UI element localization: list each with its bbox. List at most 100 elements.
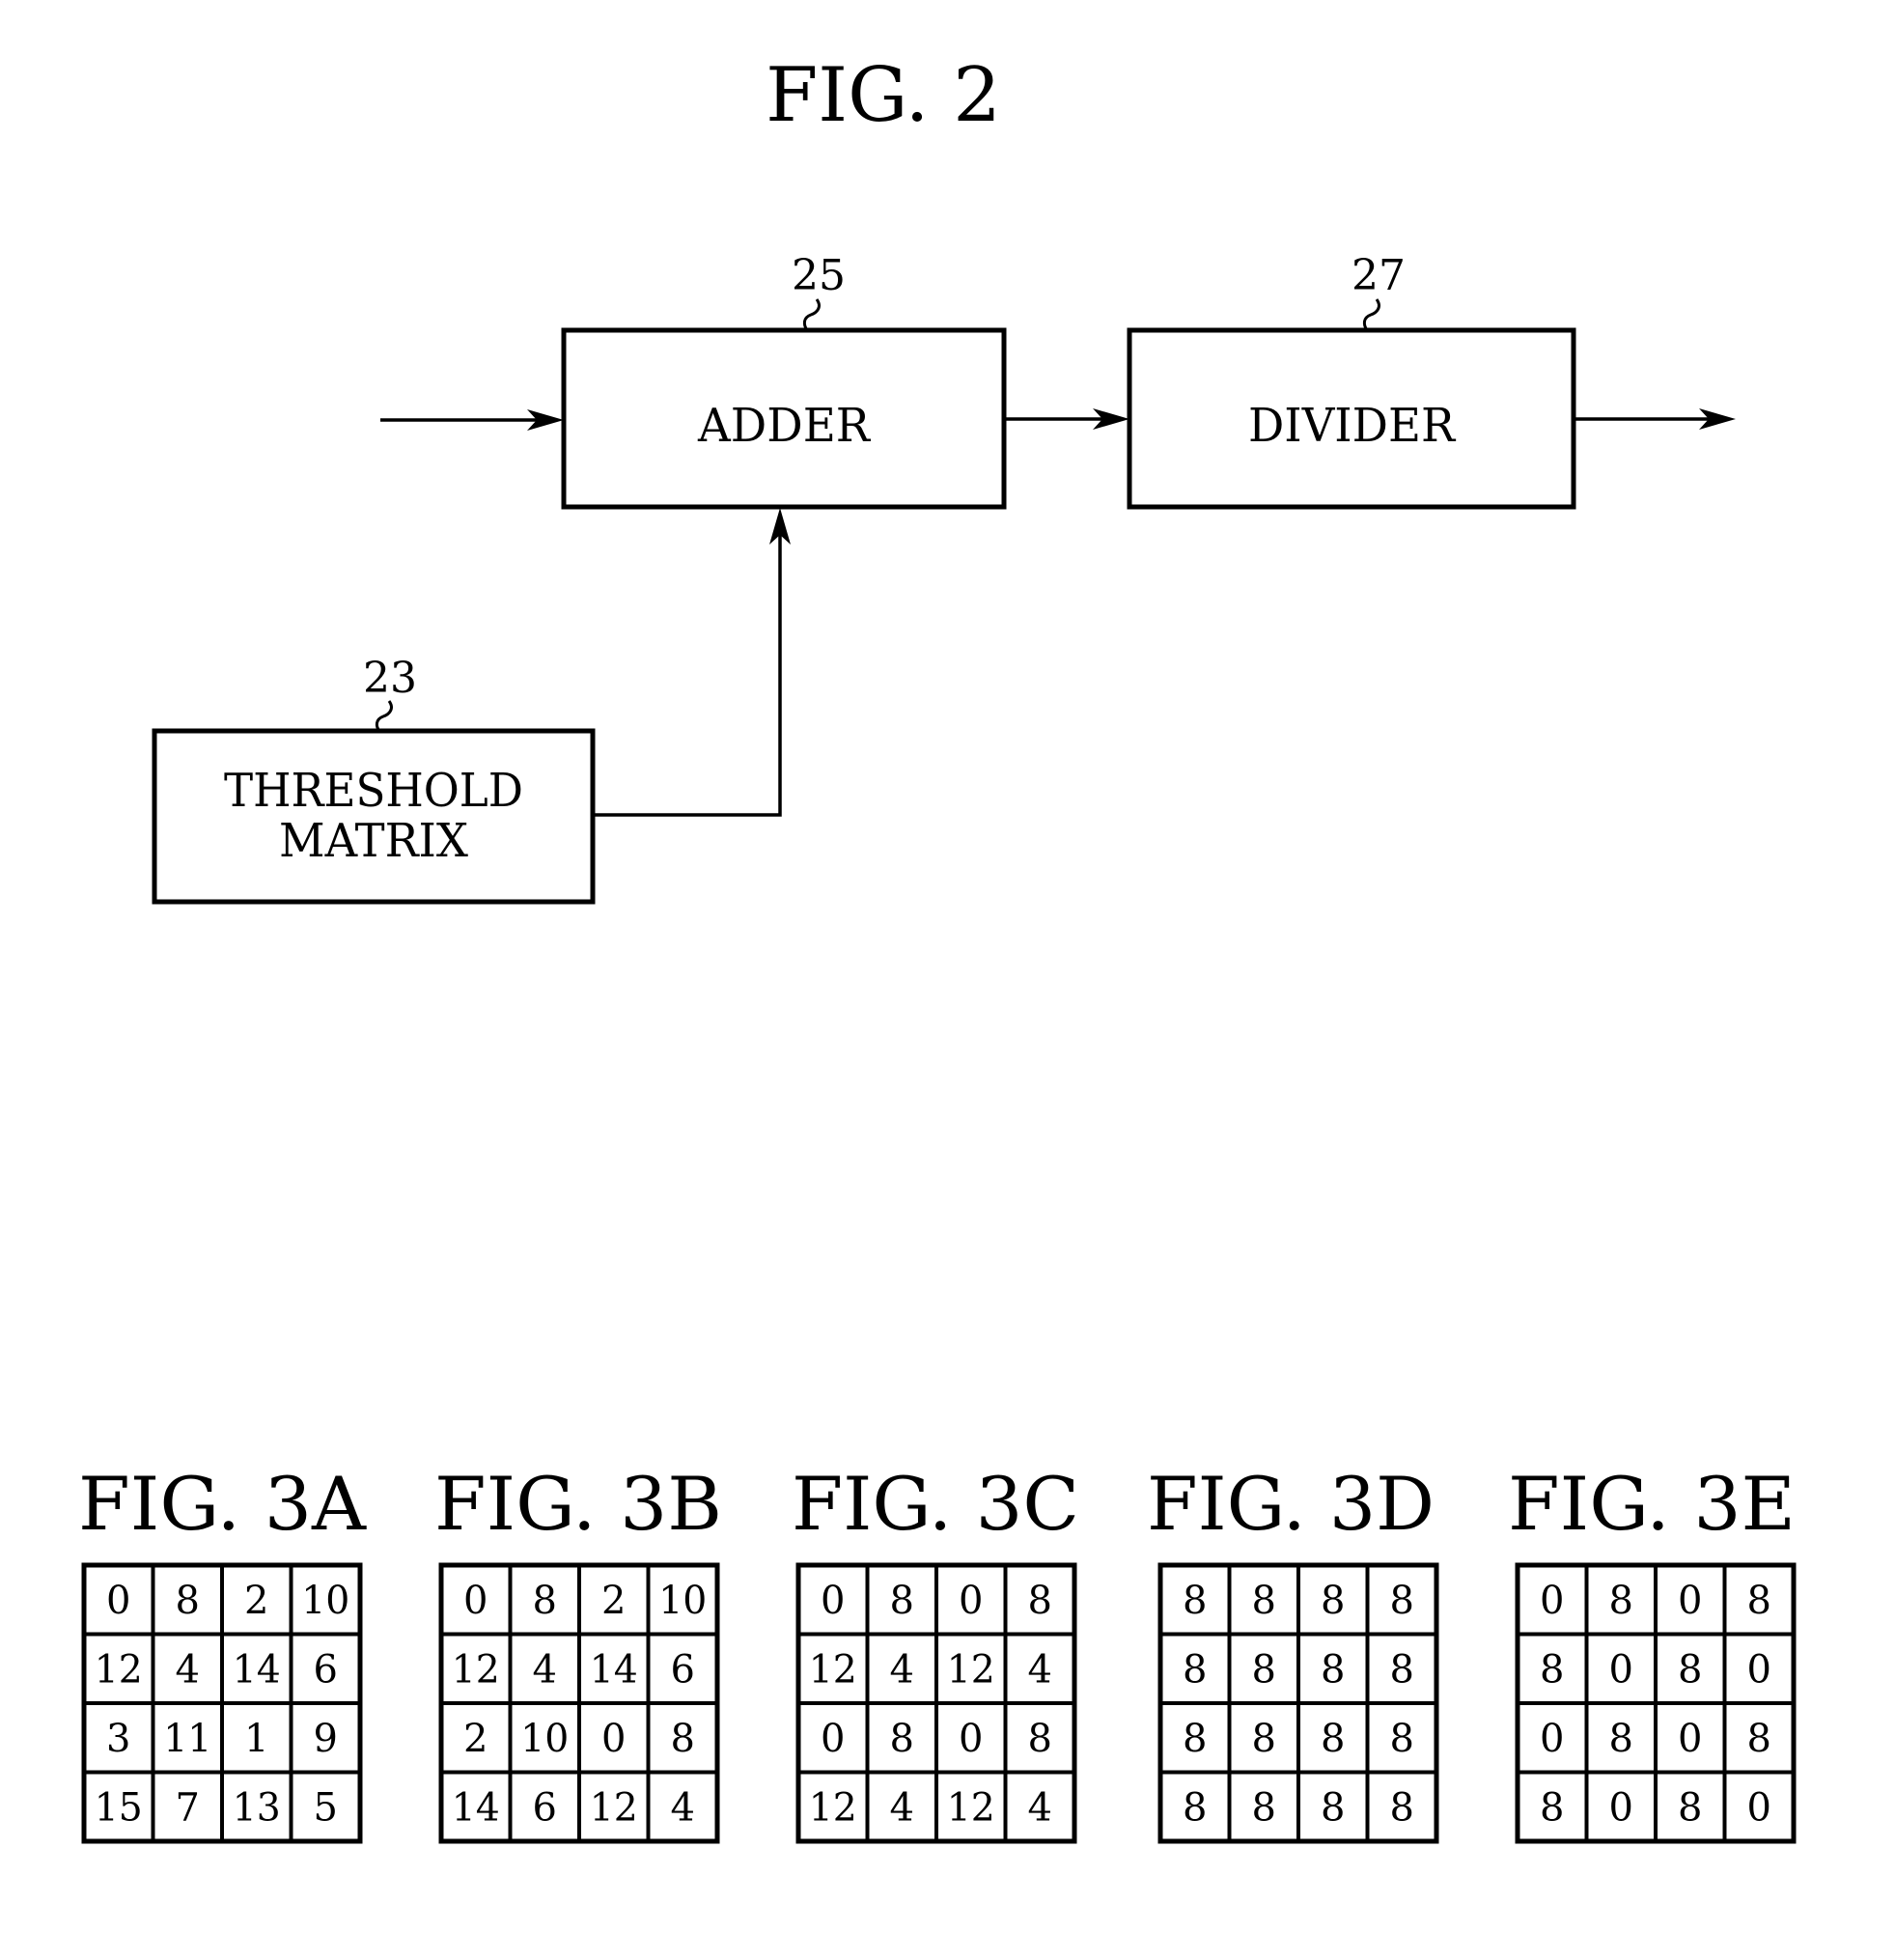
matrix-cell: 12 bbox=[809, 1785, 857, 1830]
matrix-cell: 0 bbox=[821, 1579, 845, 1623]
matrix-cell: 4 bbox=[533, 1647, 557, 1692]
matrix-cell: 8 bbox=[1609, 1717, 1633, 1761]
matrix-cell: 0 bbox=[821, 1717, 845, 1761]
block-diagram: ADDER 25 DIVIDER 27 THRESHOLD MATRIX 23 bbox=[152, 251, 1736, 905]
adder-block: ADDER bbox=[561, 327, 1007, 510]
matrix-cell: 4 bbox=[176, 1647, 200, 1692]
matrix-cell: 0 bbox=[1747, 1647, 1771, 1692]
matrix-cell: 4 bbox=[890, 1647, 914, 1692]
matrix-cell: 8 bbox=[1747, 1579, 1771, 1623]
matrix-cell: 8 bbox=[1252, 1579, 1276, 1623]
fig-3d-matrix-grid: 8 8 8 88 8 8 88 8 8 88 8 8 8 bbox=[1157, 1562, 1439, 1844]
fig-3c-label: FIG. 3C bbox=[792, 1461, 1079, 1547]
matrix-cell: 12 bbox=[947, 1647, 995, 1692]
matrix-cell: 9 bbox=[314, 1717, 338, 1761]
adder-leader-line bbox=[802, 298, 821, 331]
input-arrow bbox=[380, 409, 564, 431]
threshold-matrix-reference-number: 23 bbox=[363, 654, 417, 703]
matrix-cell: 12 bbox=[809, 1647, 857, 1692]
matrix-cell: 13 bbox=[233, 1785, 281, 1830]
matrix-cell: 6 bbox=[314, 1647, 338, 1692]
fig-3c-figure: FIG. 3C 0 8 0 8 12 4 12 4 0 8 0 8 12 4 12 4 bbox=[792, 1461, 1079, 1844]
matrix-cell: 7 bbox=[176, 1785, 200, 1830]
threshold-matrix-leader-line bbox=[375, 700, 393, 732]
fig-3b-label: FIG. 3B bbox=[434, 1461, 722, 1547]
matrix-cell: 8 bbox=[1321, 1579, 1345, 1623]
adder-reference-number: 25 bbox=[792, 251, 846, 300]
matrix-cell: 2 bbox=[244, 1579, 268, 1623]
matrix-cell: 8 bbox=[533, 1579, 557, 1623]
matrix-cell: 8 bbox=[890, 1579, 914, 1623]
matrix-cell: 8 bbox=[1678, 1785, 1702, 1830]
matrix-cell: 4 bbox=[671, 1785, 695, 1830]
matrix-cell: 12 bbox=[452, 1647, 500, 1692]
matrix-cell: 0 bbox=[1609, 1647, 1633, 1692]
matrix-cell: 1 bbox=[244, 1717, 268, 1761]
matrix-cell: 8 bbox=[1609, 1579, 1633, 1623]
figure-2-title: FIG. 2 bbox=[766, 52, 1001, 139]
matrix-cell: 4 bbox=[1028, 1785, 1052, 1830]
matrix-cell: 0 bbox=[1609, 1785, 1633, 1830]
matrix-cell: 0 bbox=[1747, 1785, 1771, 1830]
fig-3a-label: FIG. 3A bbox=[78, 1461, 367, 1547]
patent-drawing-sheet: FIG. 2 ADDER 25 DIVIDER 27 THRESHOLD MAT… bbox=[78, 52, 1797, 1844]
matrix-cell: 8 bbox=[176, 1579, 200, 1623]
matrix-cell: 5 bbox=[314, 1785, 338, 1830]
matrix-cell: 8 bbox=[1028, 1579, 1052, 1623]
matrix-cell: 8 bbox=[1678, 1647, 1702, 1692]
matrix-cell: 8 bbox=[1390, 1579, 1414, 1623]
matrix-cell: 8 bbox=[1252, 1717, 1276, 1761]
matrix-cell: 8 bbox=[1252, 1647, 1276, 1692]
fig-3b-figure: FIG. 3B0 8 2 1012 4 14 62 10 0 814 6 12 4 bbox=[434, 1461, 722, 1844]
matrix-cell: 8 bbox=[1390, 1647, 1414, 1692]
matrix-cell: 10 bbox=[520, 1717, 569, 1761]
matrix-cell: 8 bbox=[890, 1717, 914, 1761]
matrix-cell: 8 bbox=[1321, 1717, 1345, 1761]
adder-to-divider-arrow bbox=[1004, 408, 1129, 430]
matrix-cell: 8 bbox=[1252, 1785, 1276, 1830]
matrix-cell: 8 bbox=[671, 1717, 695, 1761]
matrix-cell: 0 bbox=[1540, 1579, 1564, 1623]
fig-3e-matrix-grid: 0 8 0 88 0 8 00 8 0 88 0 8 0 bbox=[1515, 1562, 1797, 1844]
matrix-cell: 10 bbox=[658, 1579, 707, 1623]
matrix-cell: 0 bbox=[1678, 1717, 1702, 1761]
matrix-cell: 10 bbox=[301, 1579, 349, 1623]
matrix-cell: 8 bbox=[1028, 1717, 1052, 1761]
matrix-cell: 15 bbox=[95, 1785, 143, 1830]
matrix-cell: 8 bbox=[1321, 1785, 1345, 1830]
fig-3b-matrix-grid: 0 8 2 1012 4 14 62 10 0 814 6 12 4 bbox=[438, 1562, 720, 1844]
divider-block: DIVIDER bbox=[1127, 327, 1576, 510]
figure-3-matrices: FIG. 3A0 8 2 1012 4 14 63 11 1 915 7 13 5FIG. 3B0 8 2 1… bbox=[78, 1461, 1797, 1844]
matrix-cell: 3 bbox=[106, 1717, 130, 1761]
fig-3a-figure: FIG. 3A0 8 2 1012 4 14 63 11 1 915 7 13 5 bbox=[78, 1461, 367, 1844]
matrix-cell: 12 bbox=[590, 1785, 638, 1830]
matrix-cell: 0 bbox=[601, 1717, 626, 1761]
matrix-cell: 8 bbox=[1183, 1647, 1207, 1692]
fig-3d-figure: FIG. 3D8 8 8 88 8 8 88 8 8 88 8 8 8 bbox=[1147, 1461, 1439, 1844]
fig-3a-matrix-grid: 0 8 2 1012 4 14 63 11 1 915 7 13 5 bbox=[81, 1562, 363, 1844]
matrix-cell: 0 bbox=[959, 1579, 983, 1623]
matrix-cell: 0 bbox=[106, 1579, 130, 1623]
matrix-cell: 8 bbox=[1183, 1785, 1207, 1830]
matrix-cell: 8 bbox=[1183, 1579, 1207, 1623]
matrix-cell: 4 bbox=[890, 1785, 914, 1830]
divider-leader-line bbox=[1362, 298, 1380, 331]
matrix-cell: 8 bbox=[1321, 1647, 1345, 1692]
matrix-cell: 8 bbox=[1747, 1717, 1771, 1761]
matrix-cell: 14 bbox=[590, 1647, 638, 1692]
matrix-cell: 0 bbox=[959, 1717, 983, 1761]
matrix-cell: 12 bbox=[95, 1647, 143, 1692]
matrix-cell: 4 bbox=[1028, 1647, 1052, 1692]
matrix-cell: 8 bbox=[1540, 1647, 1564, 1692]
matrix-cell: 0 bbox=[463, 1579, 488, 1623]
adder-label: ADDER bbox=[697, 399, 872, 453]
matrix-cell: 14 bbox=[452, 1785, 500, 1830]
threshold-to-adder-arrow bbox=[593, 508, 791, 817]
threshold-matrix-label-line1: THRESHOLD bbox=[224, 764, 523, 818]
matrix-cell: 2 bbox=[463, 1717, 488, 1761]
matrix-cell: 8 bbox=[1390, 1717, 1414, 1761]
matrix-cell: 6 bbox=[533, 1785, 557, 1830]
fig-3c-matrix-grid: 0 8 0 8 12 4 12 4 0 8 0 8 12 4 12 4 bbox=[795, 1562, 1077, 1844]
divider-label: DIVIDER bbox=[1248, 399, 1457, 453]
matrix-cell: 11 bbox=[163, 1717, 211, 1761]
